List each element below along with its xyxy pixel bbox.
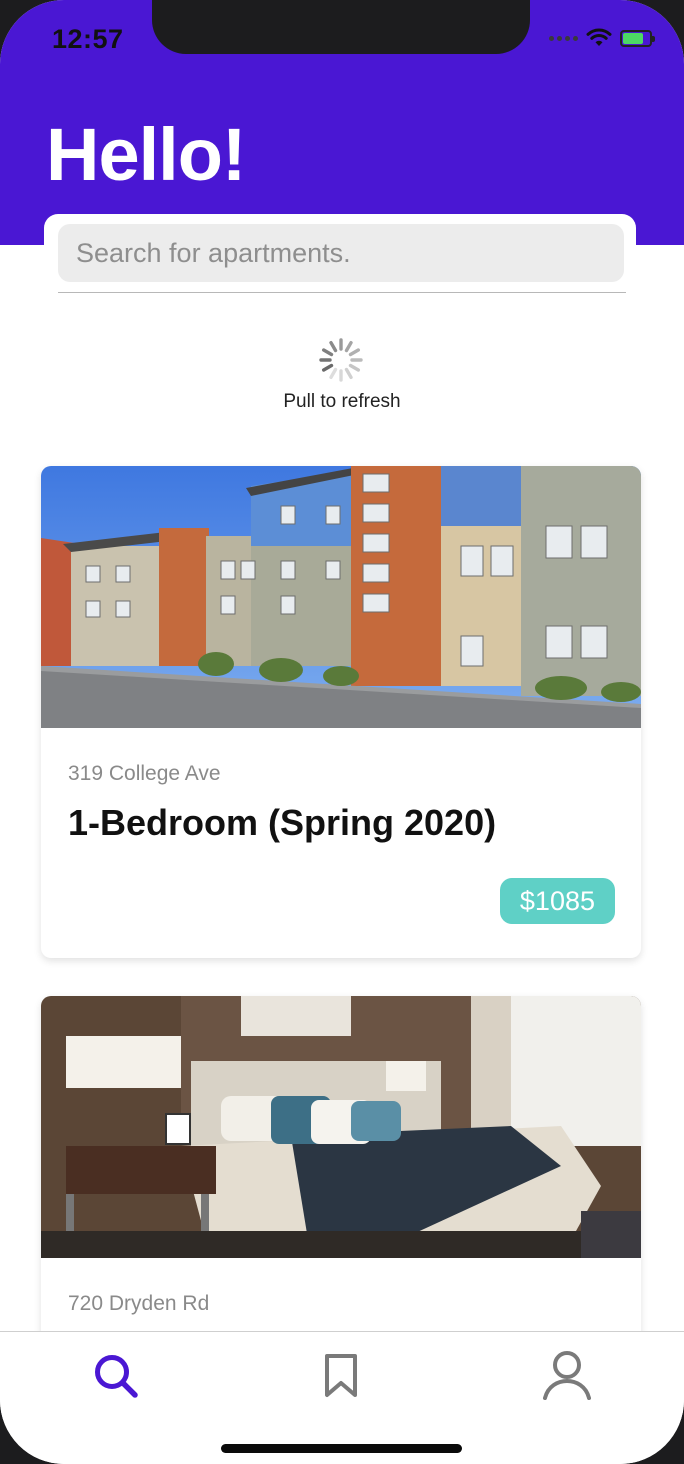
listing-card[interactable]: 319 College Ave 1-Bedroom (Spring 2020) … — [41, 466, 641, 958]
listing-address: 319 College Ave — [68, 762, 221, 785]
search-divider — [58, 292, 626, 293]
search-icon — [95, 1355, 138, 1398]
tab-search[interactable] — [88, 1348, 144, 1404]
listing-address: 720 Dryden Rd — [68, 1292, 210, 1315]
home-indicator — [221, 1444, 462, 1453]
status-time: 12:57 — [52, 24, 124, 54]
price-badge: $1085 — [499, 878, 615, 924]
tab-saved[interactable] — [313, 1348, 369, 1404]
apartment-building-photo — [41, 466, 641, 728]
status-icons — [549, 28, 655, 48]
search-bar — [44, 214, 636, 294]
device-notch — [152, 0, 530, 54]
bedroom-photo — [41, 996, 641, 1258]
signal-icon — [549, 35, 578, 41]
bookmark-icon — [325, 1354, 357, 1397]
app-screen: 12:57 Hello! Pull to refresh — [0, 0, 684, 1464]
pull-to-refresh-label: Pull to refresh — [283, 391, 401, 412]
tab-profile[interactable] — [539, 1348, 595, 1404]
listing-title: 1-Bedroom (Spring 2020) — [68, 802, 497, 843]
loading-spinner-icon — [319, 338, 363, 382]
search-input[interactable] — [58, 224, 624, 282]
greeting-title: Hello! — [46, 113, 247, 196]
battery-icon — [620, 29, 655, 47]
wifi-icon — [586, 28, 612, 46]
profile-icon — [543, 1351, 591, 1400]
